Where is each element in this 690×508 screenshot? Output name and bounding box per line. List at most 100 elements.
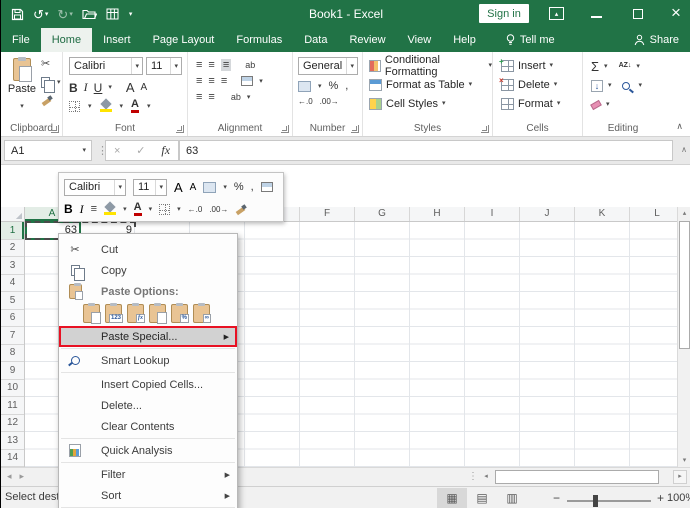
row-header-3[interactable]: 3 [1, 257, 24, 275]
vertical-scrollbar[interactable]: ▴ ▾ [677, 207, 690, 467]
mini-decrease-decimal-button[interactable]: .00→ [209, 205, 228, 214]
column-header-L[interactable]: L [630, 207, 677, 221]
tab-home[interactable]: Home [40, 28, 93, 52]
clipboard-dialog-launcher-icon[interactable] [51, 125, 59, 133]
align-center-button[interactable]: ≡ [208, 75, 214, 87]
conditional-formatting-button[interactable]: Conditional Formatting ▾ [369, 54, 492, 78]
underline-button[interactable]: U [94, 81, 103, 95]
styles-dialog-launcher-icon[interactable] [481, 125, 489, 133]
wrap-text-button[interactable]: ab [231, 92, 241, 102]
hscroll-splitter[interactable]: ⋮ [468, 471, 478, 482]
format-painter-button[interactable] [41, 95, 52, 106]
find-select-button[interactable] [621, 81, 630, 90]
paste-option-formulas-icon[interactable]: fx [127, 303, 145, 323]
page-break-view-button[interactable]: ▥ [497, 488, 527, 508]
tab-review[interactable]: Review [338, 28, 396, 52]
row-header-4[interactable]: 4 [1, 275, 24, 292]
menu-item-smart-lookup[interactable]: Smart Lookup [59, 350, 237, 371]
mini-comma-button[interactable]: , [251, 181, 254, 193]
row-header-13[interactable]: 13 [1, 432, 24, 450]
menu-item-paste-special[interactable]: Paste Special... ▶ [59, 326, 237, 347]
zoom-in-button[interactable]: + [657, 491, 664, 505]
font-name-combo[interactable]: Calibri ▾ [69, 57, 143, 75]
menu-item-insert-copied-cells[interactable]: Insert Copied Cells... [59, 374, 237, 395]
page-layout-view-button[interactable]: ▤ [467, 488, 497, 508]
bottom-align-button[interactable]: ≡ [220, 59, 232, 71]
borders-button[interactable] [69, 100, 80, 112]
ribbon-display-options-icon[interactable]: ▴ [549, 7, 564, 20]
mini-bold-button[interactable]: B [64, 202, 73, 216]
mini-accounting-format-button[interactable] [203, 181, 217, 193]
row-header-8[interactable]: 8 [1, 345, 24, 362]
font-dialog-launcher-icon[interactable] [176, 125, 184, 133]
column-header-I[interactable]: I [465, 207, 520, 221]
expand-formula-bar-icon[interactable]: ∧ [681, 145, 687, 154]
align-right-button[interactable]: ≡ [221, 75, 227, 87]
font-color-button[interactable]: A [131, 99, 139, 113]
sign-in-button[interactable]: Sign in [479, 4, 529, 23]
mini-increase-font-button[interactable]: A [174, 180, 183, 195]
scroll-left-icon[interactable]: ◂ [479, 470, 493, 484]
sort-filter-button[interactable]: AZ↓ [619, 62, 632, 69]
mini-center-button[interactable]: ≡ [91, 203, 97, 215]
clear-button[interactable] [590, 99, 602, 110]
tab-page-layout[interactable]: Page Layout [142, 28, 226, 52]
increase-font-button[interactable]: A [126, 80, 135, 95]
undo-icon[interactable]: ↺ ▾ [33, 8, 48, 21]
customize-qat-icon[interactable]: ▾ [129, 11, 133, 18]
paste-button[interactable]: Paste ▾ [7, 57, 37, 113]
menu-item-quick-analysis[interactable]: Quick Analysis [59, 440, 237, 461]
save-icon[interactable] [11, 8, 24, 21]
name-box[interactable]: A1 ▾ [4, 140, 92, 161]
mini-format-painter-button[interactable] [235, 204, 246, 215]
mini-font-name-combo[interactable]: Calibri ▾ [64, 178, 126, 196]
zoom-level[interactable]: 100% [667, 492, 690, 504]
row-header-11[interactable]: 11 [1, 397, 24, 415]
decrease-decimal-button[interactable]: .00→ [320, 97, 339, 106]
orientation-button[interactable]: ab [245, 60, 255, 70]
column-header-H[interactable]: H [410, 207, 465, 221]
column-header-K[interactable]: K [575, 207, 630, 221]
paste-option-formatting-icon[interactable]: % [171, 303, 189, 323]
autosum-button[interactable]: Σ [591, 59, 599, 74]
row-header-10[interactable]: 10 [1, 380, 24, 397]
mini-decrease-font-button[interactable]: A [190, 182, 197, 193]
formula-input[interactable]: 63 [179, 140, 673, 161]
horizontal-scrollbar-thumb[interactable] [495, 470, 659, 484]
menu-item-clear-contents[interactable]: Clear Contents [59, 416, 237, 437]
tab-data[interactable]: Data [293, 28, 338, 52]
row-header-2[interactable]: 2 [1, 240, 24, 257]
font-size-combo[interactable]: 11 ▾ [146, 57, 182, 75]
cut-button[interactable]: ✂ [41, 59, 61, 70]
maximize-button[interactable] [633, 9, 643, 19]
zoom-slider[interactable] [567, 500, 651, 502]
paste-option-values-icon[interactable]: 123 [105, 303, 123, 323]
merge-center-button[interactable] [241, 76, 254, 86]
row-header-5[interactable]: 5 [1, 292, 24, 310]
insert-cells-button[interactable]: + Insert ▾ [499, 56, 582, 75]
increase-indent-button[interactable]: ≡ [208, 91, 214, 103]
copy-button[interactable]: ▾ [41, 77, 61, 93]
fill-button[interactable]: ↓ [591, 79, 603, 92]
mini-italic-button[interactable]: I [80, 202, 84, 217]
close-button[interactable]: × [665, 2, 687, 24]
format-cells-button[interactable]: Format ▾ [501, 94, 582, 113]
mini-merge-button[interactable] [260, 182, 273, 192]
number-format-combo[interactable]: General ▾ [298, 57, 358, 75]
mini-percent-button[interactable]: % [234, 181, 244, 193]
share-button[interactable]: Share [622, 28, 690, 52]
cell-styles-button[interactable]: Cell Styles ▾ [369, 94, 492, 113]
accounting-format-button[interactable] [298, 80, 311, 92]
top-align-button[interactable]: ≡ [196, 59, 202, 71]
collapse-ribbon-icon[interactable]: ∧ [676, 121, 683, 132]
row-header-14[interactable]: 14 [1, 450, 24, 467]
menu-item-delete[interactable]: Delete... [59, 395, 237, 416]
menu-item-cut[interactable]: ✂ Cut [59, 239, 237, 260]
open-folder-icon[interactable] [82, 8, 97, 20]
mini-font-size-combo[interactable]: 11 ▾ [133, 178, 167, 196]
normal-view-button[interactable]: ▦ [437, 488, 467, 508]
table-icon[interactable] [106, 8, 119, 20]
mini-fill-color-button[interactable] [104, 203, 117, 215]
menu-item-copy[interactable]: Copy [59, 260, 237, 281]
percent-style-button[interactable]: % [329, 80, 339, 92]
